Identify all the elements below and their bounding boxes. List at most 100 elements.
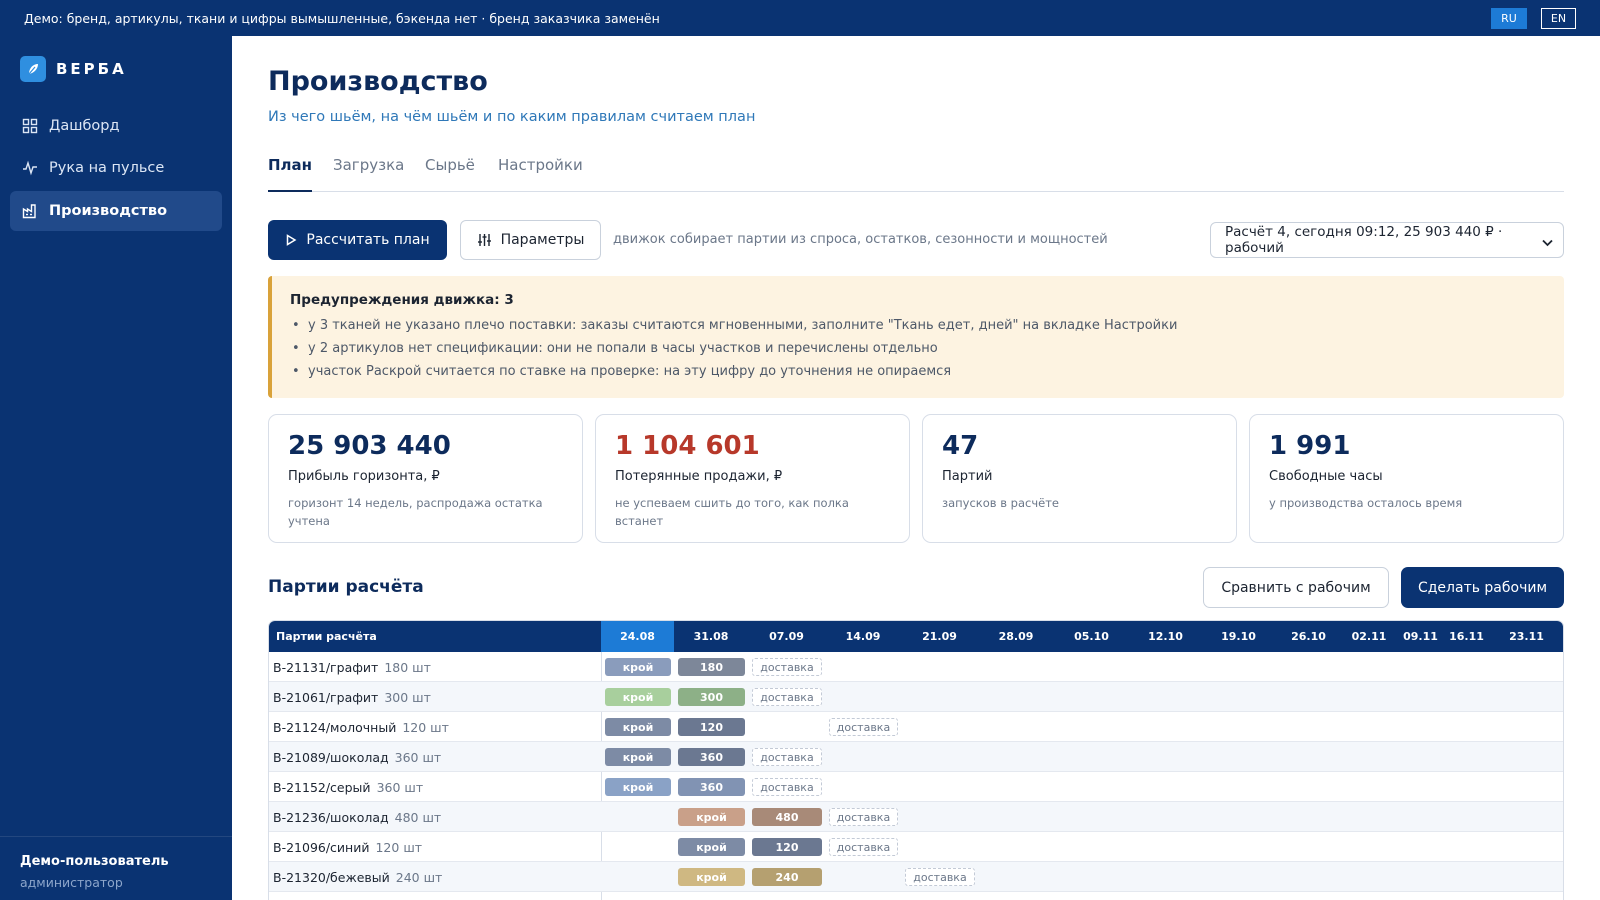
- table-row[interactable]: В-21131/графит 180 шт крой 180 доставка: [269, 652, 1563, 682]
- factory-icon: [21, 202, 39, 220]
- sidebar-divider: [0, 836, 232, 837]
- tab-settings[interactable]: Настройки: [498, 156, 583, 192]
- gantt-week-7: 12.10: [1148, 630, 1183, 643]
- kpi-note: запусков в расчёте: [942, 496, 1059, 510]
- delivery-marker[interactable]: доставка: [829, 808, 898, 826]
- sewing-bar[interactable]: 180: [678, 658, 745, 676]
- batch-qty: 480 шт: [394, 810, 442, 825]
- tab-plan[interactable]: План: [268, 156, 313, 192]
- sidebar-item-dashboard[interactable]: Дашборд: [10, 106, 222, 146]
- calculation-select[interactable]: Расчёт 4, сегодня 09:12, 25 903 440 ₽ · …: [1210, 222, 1564, 258]
- tab-raw-materials[interactable]: Сырьё: [425, 156, 475, 192]
- sewing-bar[interactable]: 480: [752, 808, 822, 826]
- batch-qty: 120 шт: [375, 840, 423, 855]
- gantt-week-0: 24.08: [601, 621, 674, 652]
- kpi-label: Свободные часы: [1269, 469, 1383, 484]
- kpi-label: Потерянные продажи, ₽: [615, 469, 783, 484]
- sidebar-item-pulse[interactable]: Рука на пульсе: [10, 148, 222, 188]
- sliders-icon: [477, 233, 492, 247]
- batches-section-title: Партии расчёта: [268, 577, 424, 597]
- warnings-title: Предупреждения движка: 3: [290, 292, 514, 308]
- kpi-card-free-hours: 1 991 Свободные часы у производства оста…: [1249, 414, 1564, 543]
- calculate-plan-label: Рассчитать план: [306, 232, 430, 248]
- user-name[interactable]: Демо-пользователь: [20, 854, 169, 869]
- tab-load[interactable]: Загрузка: [333, 156, 404, 192]
- lang-en-button[interactable]: EN: [1541, 8, 1576, 29]
- delivery-marker[interactable]: доставка: [752, 778, 822, 796]
- batch-label: В-21152/серый 360 шт: [273, 780, 423, 795]
- cut-bar[interactable]: крой: [678, 868, 745, 886]
- page-subtitle: Из чего шьём, на чём шьём и по каким пра…: [268, 109, 756, 125]
- sewing-bar[interactable]: 360: [678, 748, 745, 766]
- brand-name: ВЕРБА: [56, 60, 127, 78]
- calculate-plan-button[interactable]: Рассчитать план: [268, 220, 447, 260]
- delivery-marker[interactable]: доставка: [829, 838, 898, 856]
- sewing-bar[interactable]: 120: [678, 718, 745, 736]
- table-row[interactable]: В-21124/молочный 120 шт крой 120 доставка: [269, 712, 1563, 742]
- table-row[interactable]: В-21096/синий 120 шт крой 120 доставка: [269, 832, 1563, 862]
- gantt-header: Партии расчёта 24.08 31.08 07.09 14.09 21.09…: [269, 621, 1563, 652]
- gantt-week-3: 14.09: [845, 630, 881, 643]
- cut-bar[interactable]: крой: [605, 718, 671, 736]
- cut-bar[interactable]: крой: [605, 748, 671, 766]
- batch-label: В-21131/графит 180 шт: [273, 660, 431, 675]
- kpi-card-lost-sales: 1 104 601 Потерянные продажи, ₽ не успев…: [595, 414, 910, 543]
- table-row[interactable]: В-21320/бежевый 240 шт крой 240 доставка: [269, 862, 1563, 892]
- page-title: Производство: [268, 66, 488, 97]
- gantt-week-1: 31.08: [693, 630, 729, 643]
- sewing-bar[interactable]: 120: [752, 838, 822, 856]
- leaf-icon: [20, 56, 46, 82]
- engine-note: движок собирает партии из спроса, остатк…: [613, 232, 1108, 247]
- batch-sku: В-21061/графит: [273, 690, 379, 705]
- cut-bar[interactable]: крой: [605, 658, 671, 676]
- lang-ru-button[interactable]: RU: [1491, 8, 1527, 29]
- play-icon: [285, 234, 297, 246]
- delivery-marker[interactable]: доставка: [752, 658, 822, 676]
- kpi-label: Партий: [942, 469, 993, 484]
- table-row[interactable]: В-21061/графит 300 шт крой 300 доставка: [269, 682, 1563, 712]
- make-working-button[interactable]: Сделать рабочим: [1401, 567, 1564, 608]
- table-row[interactable]: В-21236/шоколад 480 шт крой 480 доставка: [269, 802, 1563, 832]
- cut-bar[interactable]: крой: [605, 688, 671, 706]
- parameters-label: Параметры: [500, 232, 585, 248]
- batch-label: В-21320/бежевый 240 шт: [273, 870, 442, 885]
- kpi-note: не успеваем сшить до того, как полка вст…: [615, 496, 849, 528]
- parameters-button[interactable]: Параметры: [460, 220, 601, 260]
- gantt-week-4: 21.09: [922, 630, 957, 643]
- delivery-marker[interactable]: доставка: [829, 718, 898, 736]
- batch-qty: 240 шт: [395, 870, 443, 885]
- gantt-header-label: Партии расчёта: [276, 630, 377, 643]
- compare-with-working-button[interactable]: Сравнить с рабочим: [1203, 567, 1389, 608]
- warning-item: у 3 тканей не указано плечо поставки: за…: [290, 314, 1546, 337]
- sewing-bar[interactable]: 360: [678, 778, 745, 796]
- kpi-value: 25 903 440: [288, 431, 451, 461]
- batch-qty: 120 шт: [402, 720, 449, 735]
- gantt-week-9: 26.10: [1291, 630, 1326, 643]
- sewing-bar[interactable]: 240: [752, 868, 822, 886]
- delivery-marker[interactable]: доставка: [905, 868, 975, 886]
- batch-qty: 360 шт: [394, 750, 442, 765]
- gantt-week-11: 09.11: [1403, 630, 1438, 643]
- batch-label: В-21124/молочный 120 шт: [273, 720, 449, 735]
- kpi-note: горизонт 14 недель, распродажа остатка у…: [288, 496, 543, 528]
- sidebar-item-label: Дашборд: [49, 118, 120, 134]
- table-row[interactable]: В-21152/серый 360 шт крой 360 доставка: [269, 772, 1563, 802]
- sewing-bar[interactable]: 300: [678, 688, 745, 706]
- batch-sku: В-21152/серый: [273, 780, 371, 795]
- batches-gantt-table: Партии расчёта 24.08 31.08 07.09 14.09 21.09…: [268, 620, 1564, 900]
- gantt-week-8: 19.10: [1221, 630, 1256, 643]
- gantt-week-5: 28.09: [998, 630, 1034, 643]
- delivery-marker[interactable]: доставка: [752, 748, 822, 766]
- table-row[interactable]: В-21089/шоколад 360 шт крой 360 доставка: [269, 742, 1563, 772]
- delivery-marker[interactable]: доставка: [752, 688, 822, 706]
- gantt-week-2: 07.09: [769, 630, 804, 643]
- batch-sku: В-21236/шоколад: [273, 810, 389, 825]
- logo[interactable]: ВЕРБА: [20, 56, 127, 82]
- user-role: администратор: [20, 875, 123, 890]
- cut-bar[interactable]: крой: [678, 838, 745, 856]
- kpi-card-profit: 25 903 440 Прибыль горизонта, ₽ горизонт…: [268, 414, 583, 543]
- sidebar: ВЕРБА Дашборд Рука на пульсе Производств…: [0, 36, 232, 900]
- cut-bar[interactable]: крой: [678, 808, 745, 826]
- cut-bar[interactable]: крой: [605, 778, 671, 796]
- sidebar-item-production[interactable]: Производство: [10, 191, 222, 231]
